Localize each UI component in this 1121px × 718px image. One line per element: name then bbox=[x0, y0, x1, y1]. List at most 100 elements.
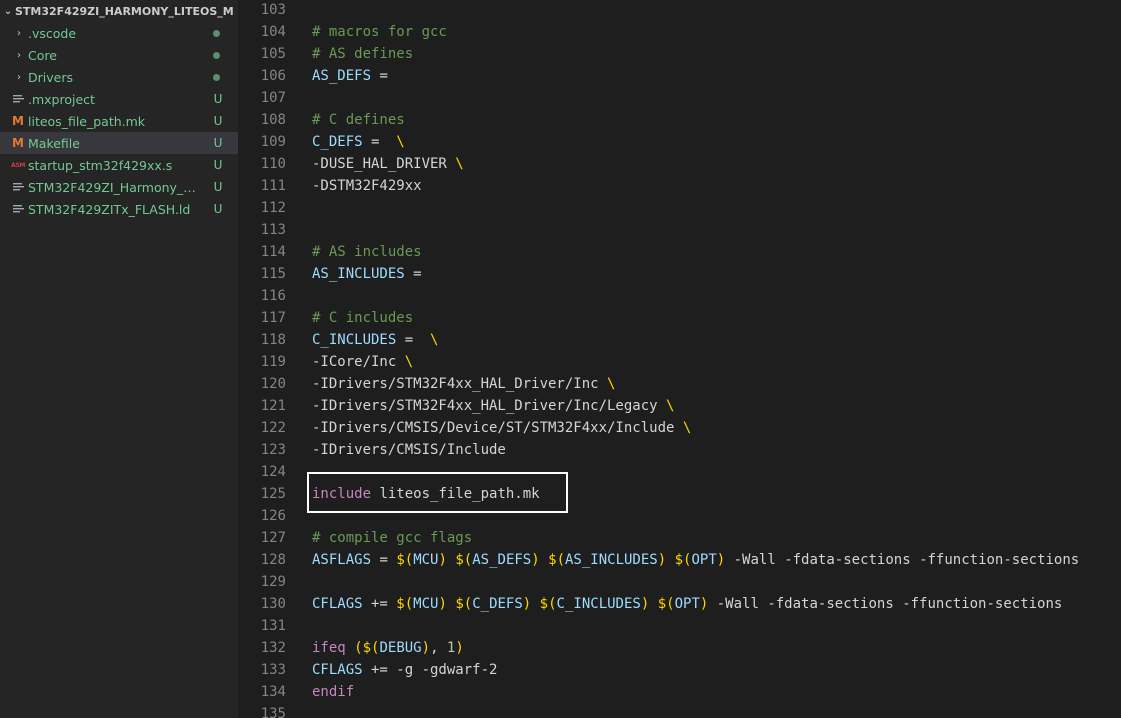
code-text: # AS defines bbox=[312, 46, 414, 62]
code-line[interactable]: 119 -ICore/Inc \ bbox=[238, 351, 1121, 373]
line-number: 117 bbox=[260, 310, 286, 326]
code-text: -IDrivers/STM32F4xx_HAL_Driver/Inc/Legac… bbox=[312, 398, 675, 414]
explorer-sidebar: ⌄ STM32F429ZI_HARMONY_LITEOS_M › .vscode… bbox=[0, 0, 238, 718]
chevron-right-icon: › bbox=[17, 49, 21, 61]
explorer-root-folder[interactable]: ⌄ STM32F429ZI_HARMONY_LITEOS_M bbox=[0, 0, 238, 22]
tree-item-harmony-lite[interactable]: STM32F429ZI_Harmony_Lite... U bbox=[0, 176, 238, 198]
line-number: 135 bbox=[260, 706, 286, 718]
tree-item-label: STM32F429ZITx_FLASH.ld bbox=[28, 201, 191, 217]
code-text: ASFLAGS = $(MCU) $(AS_DEFS) $(AS_INCLUDE… bbox=[312, 552, 1080, 568]
code-line[interactable]: 127 # compile gcc flags bbox=[238, 527, 1121, 549]
line-number: 125 bbox=[260, 486, 286, 502]
code-line[interactable]: 104 # macros for gcc bbox=[238, 21, 1121, 43]
file-lines-icon bbox=[11, 94, 25, 104]
code-line[interactable]: 116 bbox=[238, 285, 1121, 307]
tree-item-label: .mxproject bbox=[28, 91, 95, 107]
code-text: # AS includes bbox=[312, 244, 422, 260]
code-text: C_DEFS = \ bbox=[312, 134, 405, 150]
code-line[interactable]: 114 # AS includes bbox=[238, 241, 1121, 263]
tree-item-makefile[interactable]: M Makefile U bbox=[0, 132, 238, 154]
code-line[interactable]: 107 bbox=[238, 87, 1121, 109]
line-number: 111 bbox=[260, 178, 286, 194]
tree-item-mxproject[interactable]: .mxproject U bbox=[0, 88, 238, 110]
line-number: 121 bbox=[260, 398, 286, 414]
tree-item-flash-ld[interactable]: STM32F429ZITx_FLASH.ld U bbox=[0, 198, 238, 220]
code-text: # C includes bbox=[312, 310, 414, 326]
code-editor[interactable]: 103 104 # macros for gcc 105 # AS defines 106… bbox=[238, 0, 1121, 718]
code-line[interactable]: 106 AS_DEFS = bbox=[238, 65, 1121, 87]
code-line[interactable]: 109 C_DEFS = \ bbox=[238, 131, 1121, 153]
tree-item-startup-asm[interactable]: ASM startup_stm32f429xx.s U bbox=[0, 154, 238, 176]
makefile-m-icon: M bbox=[12, 114, 24, 128]
code-line[interactable]: 110 -DUSE_HAL_DRIVER \ bbox=[238, 153, 1121, 175]
code-text: -IDrivers/STM32F4xx_HAL_Driver/Inc \ bbox=[312, 376, 616, 392]
code-text: CFLAGS += -g -gdwarf-2 bbox=[312, 662, 498, 678]
code-text: ifeq ($(DEBUG), 1) bbox=[312, 640, 464, 656]
line-number: 124 bbox=[260, 464, 286, 480]
chevron-right-icon: › bbox=[17, 71, 21, 83]
modified-dot-icon bbox=[213, 30, 220, 37]
code-line[interactable]: 133 CFLAGS += -g -gdwarf-2 bbox=[238, 659, 1121, 681]
code-line[interactable]: 120 -IDrivers/STM32F4xx_HAL_Driver/Inc \ bbox=[238, 373, 1121, 395]
tree-item-core[interactable]: › Core bbox=[0, 44, 238, 66]
code-line[interactable]: 131 bbox=[238, 615, 1121, 637]
tree-item-liteos-file-path[interactable]: M liteos_file_path.mk U bbox=[0, 110, 238, 132]
untracked-badge: U bbox=[213, 92, 223, 106]
line-number: 113 bbox=[260, 222, 286, 238]
code-line[interactable]: 118 C_INCLUDES = \ bbox=[238, 329, 1121, 351]
code-text: -ICore/Inc \ bbox=[312, 354, 414, 370]
line-number: 129 bbox=[260, 574, 286, 590]
code-line[interactable]: 130 CFLAGS += $(MCU) $(C_DEFS) $(C_INCLUD… bbox=[238, 593, 1121, 615]
line-number: 128 bbox=[260, 552, 286, 568]
code-line[interactable]: 108 # C defines bbox=[238, 109, 1121, 131]
code-text: -DSTM32F429xx bbox=[312, 178, 422, 194]
modified-dot-icon bbox=[213, 52, 220, 59]
line-number: 127 bbox=[260, 530, 286, 546]
code-text: -IDrivers/CMSIS/Device/ST/STM32F4xx/Incl… bbox=[312, 420, 692, 436]
code-line[interactable]: 121 -IDrivers/STM32F4xx_HAL_Driver/Inc/Le… bbox=[238, 395, 1121, 417]
code-line[interactable]: 103 bbox=[238, 0, 1121, 21]
code-line[interactable]: 134 endif bbox=[238, 681, 1121, 703]
code-line[interactable]: 113 bbox=[238, 219, 1121, 241]
file-lines-icon bbox=[11, 204, 25, 214]
code-text: # macros for gcc bbox=[312, 24, 447, 40]
line-number: 120 bbox=[260, 376, 286, 392]
untracked-badge: U bbox=[213, 158, 223, 172]
line-number: 116 bbox=[260, 288, 286, 304]
untracked-badge: U bbox=[213, 180, 223, 194]
code-line[interactable]: 111 -DSTM32F429xx bbox=[238, 175, 1121, 197]
code-text: -IDrivers/CMSIS/Include bbox=[312, 442, 506, 458]
code-line[interactable]: 129 bbox=[238, 571, 1121, 593]
line-number: 131 bbox=[260, 618, 286, 634]
chevron-right-icon: › bbox=[17, 27, 21, 39]
code-line[interactable]: 122 -IDrivers/CMSIS/Device/ST/STM32F4xx/I… bbox=[238, 417, 1121, 439]
tree-item-label: STM32F429ZI_Harmony_Lite... bbox=[28, 179, 200, 195]
tree-item-drivers[interactable]: › Drivers bbox=[0, 66, 238, 88]
code-line[interactable]: 112 bbox=[238, 197, 1121, 219]
code-line[interactable]: 128 ASFLAGS = $(MCU) $(AS_DEFS) $(AS_INCL… bbox=[238, 549, 1121, 571]
line-number: 103 bbox=[260, 2, 286, 18]
line-number: 106 bbox=[260, 68, 286, 84]
code-text: AS_INCLUDES = bbox=[312, 266, 422, 282]
line-number: 108 bbox=[260, 112, 286, 128]
line-number: 126 bbox=[260, 508, 286, 524]
tree-item-label: .vscode bbox=[28, 25, 77, 41]
code-line[interactable]: 123 -IDrivers/CMSIS/Include bbox=[238, 439, 1121, 461]
tree-item-label: Core bbox=[28, 47, 57, 63]
line-number: 119 bbox=[260, 354, 286, 370]
code-line[interactable]: 135 bbox=[238, 703, 1121, 718]
code-line[interactable]: 105 # AS defines bbox=[238, 43, 1121, 65]
tree-item-label: liteos_file_path.mk bbox=[28, 113, 146, 129]
code-text: endif bbox=[312, 684, 355, 700]
line-number: 133 bbox=[260, 662, 286, 678]
line-number: 123 bbox=[260, 442, 286, 458]
line-number: 105 bbox=[260, 46, 286, 62]
code-line[interactable]: 115 AS_INCLUDES = bbox=[238, 263, 1121, 285]
code-text: -DUSE_HAL_DRIVER \ bbox=[312, 156, 464, 172]
code-line[interactable]: 132 ifeq ($(DEBUG), 1) bbox=[238, 637, 1121, 659]
untracked-badge: U bbox=[213, 114, 223, 128]
code-line[interactable]: 117 # C includes bbox=[238, 307, 1121, 329]
tree-item-vscode[interactable]: › .vscode bbox=[0, 22, 238, 44]
line-number: 115 bbox=[260, 266, 286, 282]
modified-dot-icon bbox=[213, 74, 220, 81]
